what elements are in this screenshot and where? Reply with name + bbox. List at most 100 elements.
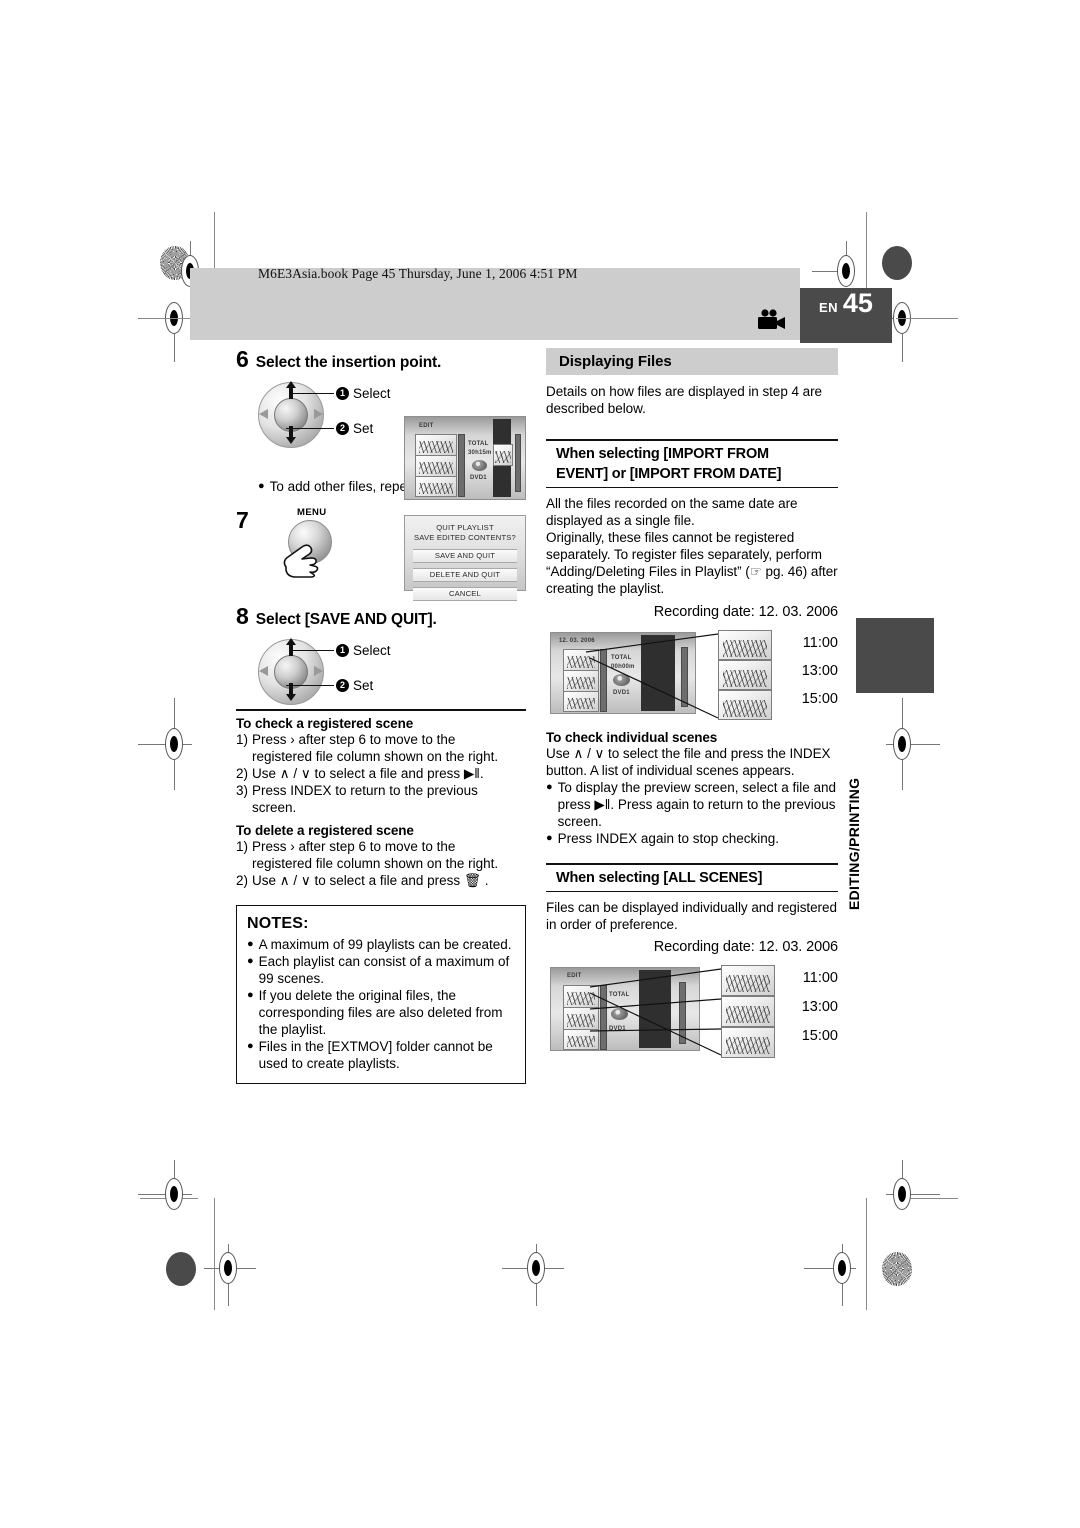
callout-leader-1 bbox=[290, 650, 334, 651]
expanded-scene-list bbox=[721, 965, 775, 1059]
list-line-1: Press INDEX to return to the previous bbox=[252, 782, 478, 798]
arrow-down-icon bbox=[285, 683, 297, 706]
import-heading-line1: When selecting [IMPORT FROM bbox=[556, 445, 769, 462]
callout-leader-2 bbox=[286, 685, 334, 686]
bullet-text: To display the preview screen, select a … bbox=[557, 780, 837, 830]
check-scene-item: 3) Press INDEX to return to the previous… bbox=[236, 782, 526, 816]
lcd-scrollbar-left[interactable] bbox=[458, 434, 465, 497]
registration-mark-left-upper bbox=[138, 302, 192, 362]
notes-item: ● A maximum of 99 playlists can be creat… bbox=[247, 936, 515, 953]
dialog-item-cancel[interactable]: CANCEL bbox=[413, 586, 517, 601]
scene-time-label: 15:00 bbox=[801, 691, 838, 708]
scene-thumbnail bbox=[721, 1027, 775, 1059]
notes-item: ● Each playlist can consist of a maximum… bbox=[247, 953, 515, 987]
quit-playlist-dialog: QUIT PLAYLIST SAVE EDITED CONTENTS? SAVE… bbox=[404, 515, 526, 601]
callout-label-1: Select bbox=[353, 643, 391, 658]
pointing-hand-icon bbox=[280, 537, 324, 584]
list-number: 1) bbox=[236, 731, 249, 747]
step-6-joystick-diagram: 1 Select 2 Set bbox=[236, 380, 416, 454]
list-text: Press › after step 6 to move to the regi… bbox=[252, 731, 498, 765]
step-8-number: 8 bbox=[236, 603, 249, 629]
notes-item-text: If you delete the original files, the co… bbox=[258, 987, 503, 1037]
registration-starburst-bottom-right bbox=[882, 1252, 912, 1286]
callout-label-1: Select bbox=[353, 386, 391, 401]
scene-time-label: 15:00 bbox=[801, 1028, 838, 1045]
expanded-scene-list bbox=[718, 630, 772, 721]
callout-leader-2 bbox=[286, 428, 334, 429]
bullet-dot: ● bbox=[258, 480, 265, 492]
notes-item: ● If you delete the original files, the … bbox=[247, 987, 515, 1038]
right-column: Displaying Files Details on how files ar… bbox=[546, 348, 838, 1059]
list-line-2: screen. bbox=[252, 799, 297, 815]
dialog-item-save-and-quit[interactable]: SAVE AND QUIT bbox=[413, 548, 517, 563]
callout-number-1: 1 bbox=[336, 644, 349, 657]
notes-box: NOTES: ● A maximum of 99 playlists can b… bbox=[236, 904, 526, 1084]
registration-mark-bottom-left bbox=[204, 1244, 256, 1306]
all-scenes-flow-diagram: EDIT TOTAL DVD1 11:00 13:00 15:00 bbox=[546, 959, 838, 1059]
step-6-lcd-screen: EDIT TOTAL 30h15m DVD1 bbox=[404, 416, 526, 500]
list-number: 2) bbox=[236, 765, 249, 781]
arrow-left-icon bbox=[259, 407, 271, 425]
registration-mark-side-right bbox=[886, 698, 940, 790]
notes-item-text: Each playlist can consist of a maximum o… bbox=[258, 953, 510, 986]
joystick-control[interactable] bbox=[258, 638, 324, 706]
bullet-text: Press INDEX again to stop checking. bbox=[557, 831, 780, 847]
list-number: 2) bbox=[236, 872, 249, 888]
callout-number-2: 2 bbox=[336, 679, 349, 692]
lcd-scrollbar-right[interactable] bbox=[515, 434, 521, 492]
scene-thumbnail bbox=[718, 690, 772, 721]
lcd-disc-label: DVD1 bbox=[470, 475, 487, 481]
dialog-item-delete-and-quit[interactable]: DELETE AND QUIT bbox=[413, 567, 517, 582]
check-scene-heading: To check a registered scene bbox=[236, 715, 414, 731]
step-6-number: 6 bbox=[236, 346, 249, 372]
displaying-files-intro: Details on how files are displayed in st… bbox=[546, 384, 823, 416]
notes-title: NOTES: bbox=[247, 914, 309, 932]
registration-mark-bottom-left-upper bbox=[138, 1160, 192, 1212]
trim-line-bottom-left-horizontal bbox=[140, 1198, 198, 1199]
scene-time-label: 13:00 bbox=[801, 663, 838, 680]
list-text: Press INDEX to return to the previous sc… bbox=[252, 782, 478, 816]
camcorder-icon bbox=[756, 309, 786, 331]
section-rule bbox=[546, 890, 838, 893]
dialog-title-line2: SAVE EDITED CONTENTS? bbox=[414, 533, 516, 543]
arrow-left-icon bbox=[259, 664, 271, 682]
step-8-callout-2: 2 Set bbox=[336, 678, 373, 693]
registration-starburst-top-left bbox=[160, 246, 190, 280]
side-chapter-block bbox=[856, 618, 934, 693]
arrow-right-icon bbox=[311, 407, 323, 425]
import-recording-date: Recording date: 12. 03. 2006 bbox=[653, 604, 838, 621]
section-rule bbox=[236, 709, 526, 711]
list-number: 1) bbox=[236, 838, 249, 854]
language-code: EN bbox=[819, 300, 838, 315]
callout-label-2: Set bbox=[353, 421, 374, 436]
list-text: Press › after step 6 to move to the regi… bbox=[252, 838, 498, 872]
lcd-total-value: 30h15m bbox=[468, 450, 492, 456]
lcd-thumbnail bbox=[415, 455, 457, 477]
lcd-registered-thumbnail bbox=[493, 444, 513, 466]
trim-line-bottom-right-horizontal bbox=[896, 1198, 958, 1199]
list-line-1: Press › after step 6 to move to the bbox=[252, 838, 456, 854]
trim-line-right-vertical-lower bbox=[866, 1198, 867, 1310]
header-filename: M6E3Asia.book Page 45 Thursday, June 1, … bbox=[258, 266, 578, 281]
bullet-dot: ● bbox=[546, 832, 553, 845]
notes-item-text: A maximum of 99 playlists can be created… bbox=[258, 936, 512, 952]
menu-button-label: MENU bbox=[297, 507, 327, 518]
step-7-menu-button-diagram: MENU bbox=[262, 507, 372, 583]
joystick-control[interactable] bbox=[258, 381, 324, 448]
lcd-thumbnail bbox=[415, 476, 457, 497]
individual-scenes-bullet: ● To display the preview screen, select … bbox=[546, 779, 838, 830]
scene-time-label: 11:00 bbox=[802, 635, 838, 652]
lcd-total-label: TOTAL bbox=[468, 441, 489, 447]
list-line-2: registered file column shown on the righ… bbox=[252, 748, 499, 764]
scene-thumbnail bbox=[718, 630, 772, 661]
step-8-callout-1: 1 Select bbox=[336, 643, 391, 658]
list-text: Use ∧ / ∨ to select a file and press ▶‖. bbox=[252, 765, 484, 781]
lcd-title-edit: EDIT bbox=[419, 423, 434, 429]
check-scene-item: 1) Press › after step 6 to move to the r… bbox=[236, 731, 526, 765]
list-line-2: registered file column shown on the righ… bbox=[252, 855, 499, 871]
all-scenes-heading: When selecting [ALL SCENES] bbox=[556, 869, 763, 886]
all-scenes-body: Files can be displayed individually and … bbox=[546, 900, 837, 933]
scene-thumbnail bbox=[721, 965, 775, 997]
bullet-dot: ● bbox=[247, 988, 254, 1001]
import-flow-diagram: 12. 03. 2006 TOTAL 00h00m DVD1 11:00 13:… bbox=[546, 624, 838, 721]
